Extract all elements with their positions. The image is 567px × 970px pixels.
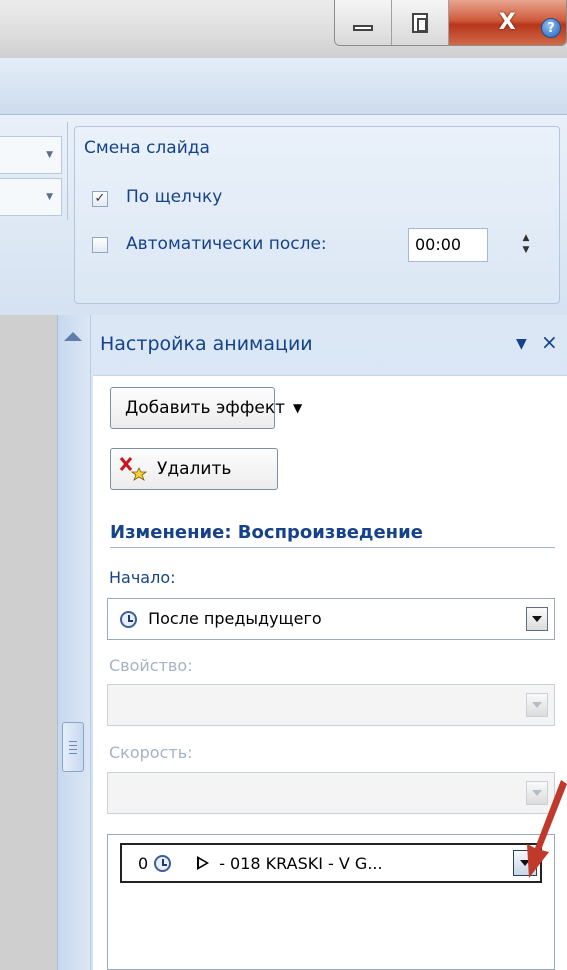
speed-label: Скорость: [109,743,193,762]
ribbon-tab-strip [0,58,567,115]
vertical-scrollbar[interactable] [57,315,90,970]
chevron-down-icon[interactable] [526,607,548,631]
start-value: После предыдущего [120,609,322,628]
on-click-label: По щелчку [126,187,223,207]
pane-title: Настройка анимации [100,333,313,355]
on-click-checkbox[interactable]: ✓ [92,191,108,207]
clock-icon [154,854,172,872]
effect-name: - 018 KRASKI - V G... [219,853,383,873]
property-label: Свойство: [109,656,193,675]
grip-line [69,741,77,742]
remove-label: Удалить [157,459,232,479]
remove-effect-icon [119,457,148,481]
play-icon [197,856,210,870]
divider [110,547,555,548]
slide-thumbnail-strip [0,315,57,970]
pane-menu-icon[interactable]: ▼ [516,336,527,352]
annotation-arrow-icon [527,780,567,878]
start-value-text: После предыдущего [148,609,322,628]
clock-icon [120,611,137,628]
window-controls: X [334,0,567,46]
chevron-down-icon [526,693,548,717]
speed-dropdown [107,772,555,814]
change-heading: Изменение: Воспроизведение [110,522,423,543]
pane-close-icon[interactable]: × [541,330,558,354]
auto-after-time-input[interactable]: 00:00 [408,228,488,262]
grip-line [69,745,77,746]
help-icon[interactable]: ? [541,18,561,38]
add-effect-label: Добавить эффект [125,398,286,418]
grip-line [69,749,77,750]
start-dropdown[interactable]: После предыдущего [107,598,555,640]
minimize-button[interactable] [335,0,392,45]
scroll-thumb[interactable] [62,722,84,772]
auto-after-checkbox[interactable] [92,237,108,253]
ribbon-dropdown-1[interactable]: ▼ [0,136,62,174]
auto-after-label: Автоматически после: [126,234,327,254]
start-label: Начало: [109,568,176,587]
property-dropdown [107,684,555,726]
time-spinner-icon[interactable]: ▲ ▼ [518,232,534,260]
list-item[interactable]: 0 - 018 KRASKI - V G... [120,843,542,883]
add-effect-button[interactable]: Добавить эффект ▼ [110,387,302,429]
transition-group-title: Смена слайда [84,138,210,158]
chevron-down-icon: ▼ [293,401,303,415]
minimize-icon [352,24,373,31]
restore-button[interactable] [391,0,449,45]
effect-index: 0 [138,853,149,873]
ribbon-dropdown-2[interactable]: ▼ [0,178,62,216]
remove-effect-button[interactable]: Удалить [110,448,278,490]
grip-line [69,753,77,754]
ribbon-left-group: ▼ ▼ [0,122,68,220]
restore-icon [411,12,428,33]
scroll-up-icon[interactable] [64,332,82,341]
